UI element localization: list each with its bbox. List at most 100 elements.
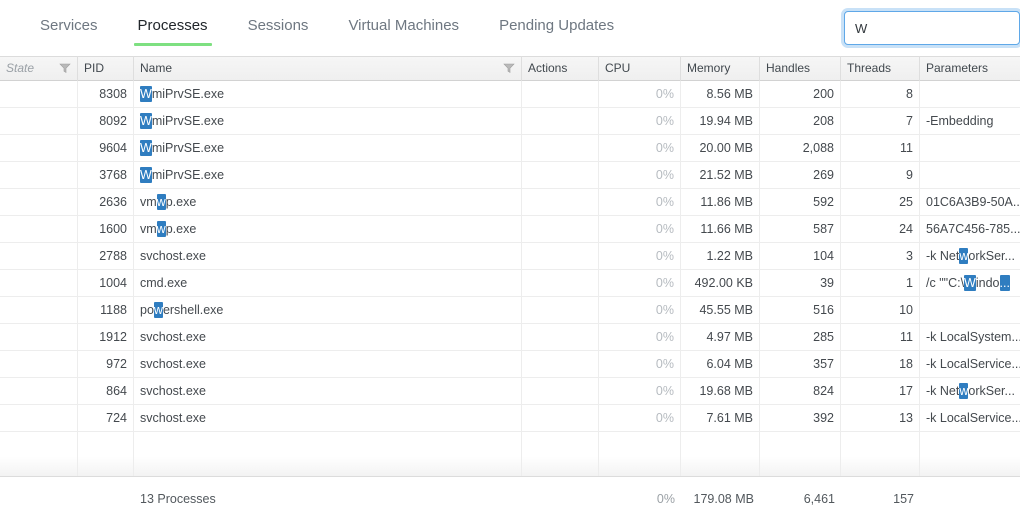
filler-cell-handles <box>760 432 841 476</box>
cell-threads: 11 <box>841 135 920 161</box>
tab-sessions[interactable]: Sessions <box>228 0 329 56</box>
filler-cell-threads <box>841 432 920 476</box>
cell-name: svchost.exe <box>134 378 522 404</box>
cell-threads: 13 <box>841 405 920 431</box>
filler-cell-pid <box>78 432 134 476</box>
cell-cpu: 0% <box>599 351 681 377</box>
column-header-actions[interactable]: Actions <box>522 56 599 81</box>
table-row[interactable]: 8092 WmiPrvSE.exe 0% 19.94 MB 208 7 -Embedding <box>0 108 1020 135</box>
cell-handles: 2,088 <box>760 135 841 161</box>
cell-memory: 20.00 MB <box>681 135 760 161</box>
table-row[interactable]: 1004 cmd.exe 0% 492.00 KB 39 1/c ""C:\Windo..… <box>0 270 1020 297</box>
tab-pending-updates[interactable]: Pending Updates <box>479 0 634 56</box>
cell-state <box>0 351 78 377</box>
column-header-handles[interactable]: Handles <box>760 56 841 81</box>
cell-memory: 492.00 KB <box>681 270 760 296</box>
cell-parameters: -k NetworkSer... <box>926 248 1015 264</box>
cell-cpu: 0% <box>599 108 681 134</box>
column-header-cpu[interactable]: CPU <box>599 56 681 81</box>
cell-actions <box>522 108 599 134</box>
column-header-threads[interactable]: Threads <box>841 56 920 81</box>
summary-memory: 179.08 MB <box>693 492 754 506</box>
table-row[interactable]: 2788 svchost.exe 0% 1.22 MB 104 3 -k NetworkSe… <box>0 243 1020 270</box>
tab-virtual-machines[interactable]: Virtual Machines <box>328 0 479 56</box>
column-header-parameters[interactable]: Parameters <box>920 56 1020 81</box>
grid-summary-row: 13 Processes 0% 179.08 MB 6,461 157 <box>0 477 1020 521</box>
cell-threads: 9 <box>841 162 920 188</box>
table-row[interactable]: 724 svchost.exe 0% 7.61 MB 392 13 -k LocalServ… <box>0 405 1020 432</box>
search-match-highlight: w <box>959 248 969 264</box>
cell-memory: 19.68 MB <box>681 378 760 404</box>
cell-handles: 587 <box>760 216 841 242</box>
cell-parameters: -k LocalSystem... <box>926 330 1020 344</box>
cell-parameters <box>920 135 1020 161</box>
cell-handles: 269 <box>760 162 841 188</box>
cell-name: svchost.exe <box>134 351 522 377</box>
cell-handles: 104 <box>760 243 841 269</box>
cell-actions <box>522 378 599 404</box>
search-input[interactable] <box>844 11 1020 45</box>
search-box[interactable] <box>844 11 1020 45</box>
cell-cpu: 0% <box>599 162 681 188</box>
cell-threads: 11 <box>841 324 920 350</box>
cell-memory: 19.94 MB <box>681 108 760 134</box>
cell-state <box>0 162 78 188</box>
cell-cpu: 0% <box>599 216 681 242</box>
summary-count: 13 Processes <box>140 492 216 506</box>
cell-pid: 864 <box>78 378 134 404</box>
cell-name: svchost.exe <box>134 324 522 350</box>
process-grid: State PID Name Actions CPU Memory Handles Threa… <box>0 56 1020 521</box>
cell-parameters <box>920 81 1020 107</box>
cell-memory: 1.22 MB <box>681 243 760 269</box>
table-row[interactable]: 3768 WmiPrvSE.exe 0% 21.52 MB 269 9 <box>0 162 1020 189</box>
column-header-label: PID <box>84 61 105 75</box>
filler-cell-parameters <box>920 432 1020 476</box>
table-row[interactable]: 8308 WmiPrvSE.exe 0% 8.56 MB 200 8 <box>0 81 1020 108</box>
tab-processes[interactable]: Processes <box>118 0 228 56</box>
cell-name: vmwp.exe <box>134 216 522 242</box>
table-row[interactable]: 1188 powershell.exe 0% 45.55 MB 516 10 <box>0 297 1020 324</box>
table-row[interactable]: 2636 vmwp.exe 0% 11.86 MB 592 25 01C6A3B9-50A.… <box>0 189 1020 216</box>
cell-state <box>0 108 78 134</box>
column-header-state[interactable]: State <box>0 56 78 81</box>
cell-parameters <box>920 162 1020 188</box>
cell-actions <box>522 189 599 215</box>
cell-handles: 357 <box>760 351 841 377</box>
column-header-pid[interactable]: PID <box>78 56 134 81</box>
grid-header-row: State PID Name Actions CPU Memory Handles Threa… <box>0 56 1020 81</box>
cell-actions <box>522 324 599 350</box>
cell-memory: 6.04 MB <box>681 351 760 377</box>
cell-cpu: 0% <box>599 135 681 161</box>
tab-services[interactable]: Services <box>20 0 118 56</box>
tab-label: Pending Updates <box>499 17 615 34</box>
table-row[interactable]: 9604 WmiPrvSE.exe 0% 20.00 MB 2,088 11 <box>0 135 1020 162</box>
table-row[interactable]: 1600 vmwp.exe 0% 11.66 MB 587 24 56A7C456-785.… <box>0 216 1020 243</box>
table-row[interactable]: 972 svchost.exe 0% 6.04 MB 357 18 -k LocalServ… <box>0 351 1020 378</box>
cell-pid: 1188 <box>78 297 134 323</box>
cell-name: cmd.exe <box>134 270 522 296</box>
column-header-memory[interactable]: Memory <box>681 56 760 81</box>
table-row[interactable]: 864 svchost.exe 0% 19.68 MB 824 17 -k NetworkS… <box>0 378 1020 405</box>
summary-cpu: 0% <box>656 492 675 506</box>
column-header-name[interactable]: Name <box>134 56 522 81</box>
grid-empty-area <box>0 432 1020 477</box>
search-match-highlight: w <box>153 302 163 318</box>
filler-cell-memory <box>681 432 760 476</box>
cell-memory: 8.56 MB <box>681 81 760 107</box>
filler-cell-state <box>0 432 78 476</box>
search-match-highlight: W <box>964 275 976 291</box>
cell-actions <box>522 162 599 188</box>
cell-pid: 1004 <box>78 270 134 296</box>
cell-parameters: -k LocalService... <box>926 357 1020 371</box>
table-row[interactable]: 1912 svchost.exe 0% 4.97 MB 285 11 -k LocalSys… <box>0 324 1020 351</box>
cell-memory: 21.52 MB <box>681 162 760 188</box>
cell-actions <box>522 270 599 296</box>
cell-parameters: 56A7C456-785... <box>926 222 1020 236</box>
cell-cpu: 0% <box>599 81 681 107</box>
cell-state <box>0 270 78 296</box>
cell-parameters: -k LocalService... <box>926 411 1020 425</box>
filler-cell-name <box>134 432 522 476</box>
cell-threads: 18 <box>841 351 920 377</box>
column-header-label: Threads <box>847 61 892 75</box>
tab-label: Sessions <box>247 17 309 34</box>
